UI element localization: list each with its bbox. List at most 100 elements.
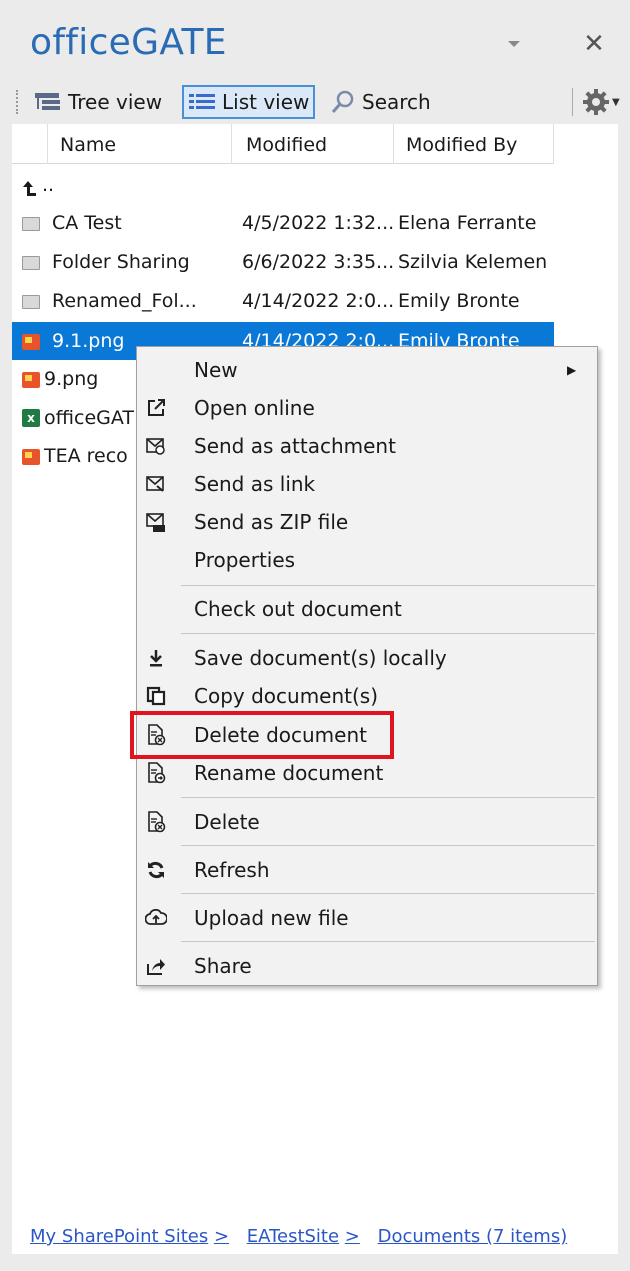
menu-item-new[interactable]: New ▶ <box>137 351 597 389</box>
search-icon <box>331 90 354 113</box>
menu-item-save-locally[interactable]: Save document(s) locally <box>137 639 597 677</box>
row-modified-by: Elena Ferrante <box>398 212 537 234</box>
menu-item-label: Properties <box>194 548 296 572</box>
up-arrow-icon <box>20 174 40 196</box>
column-header-select[interactable] <box>12 124 48 164</box>
open-external-icon <box>145 397 167 419</box>
menu-separator <box>181 633 595 634</box>
menu-item-label: Send as link <box>194 472 316 496</box>
menu-item-rename-document[interactable]: Rename document <box>137 754 597 792</box>
pane-title: officeGATE <box>30 22 227 63</box>
column-header-modified-by[interactable]: Modified By <box>394 124 554 164</box>
download-icon <box>145 647 167 669</box>
menu-item-properties[interactable]: Properties <box>137 541 597 579</box>
parent-folder-row[interactable]: .. <box>12 166 554 204</box>
toolbar-separator <box>572 88 573 116</box>
row-modified-by: Emily Bronte <box>398 290 520 312</box>
folder-icon <box>22 253 42 271</box>
folder-icon <box>22 292 42 310</box>
menu-item-send-as-link[interactable]: Send as link <box>137 465 597 503</box>
menu-item-label: Send as ZIP file <box>194 510 349 534</box>
copy-icon <box>145 685 167 707</box>
delete-icon <box>145 811 167 833</box>
menu-item-upload[interactable]: Upload new file <box>137 899 597 937</box>
list-view-button[interactable]: List view <box>182 85 316 119</box>
menu-item-check-out[interactable]: Check out document <box>137 590 597 628</box>
settings-dropdown-caret-icon: ▼ <box>612 96 620 108</box>
row-modified-by: Szilvia Kelemen <box>398 251 548 273</box>
list-view-label: List view <box>222 90 310 114</box>
menu-item-label: Open online <box>194 396 315 420</box>
menu-item-send-as-zip[interactable]: Send as ZIP file <box>137 503 597 541</box>
menu-separator <box>181 941 595 942</box>
list-header: Name Modified Modified By <box>12 124 554 164</box>
mail-attachment-icon <box>145 435 167 457</box>
menu-item-label: New <box>194 358 238 382</box>
submenu-arrow-icon: ▶ <box>567 363 577 377</box>
tree-view-label: Tree view <box>68 90 163 114</box>
rename-document-icon <box>145 762 167 784</box>
row-name: TEA reco <box>44 445 128 467</box>
menu-item-label: Check out document <box>194 597 402 621</box>
search-label: Search <box>362 90 431 114</box>
menu-separator <box>181 893 595 894</box>
menu-item-label: Save document(s) locally <box>194 646 447 670</box>
pane-title-bar: officeGATE ✕ <box>0 0 630 80</box>
row-name: Folder Sharing <box>52 251 190 273</box>
menu-item-copy[interactable]: Copy document(s) <box>137 677 597 715</box>
pane-options-chevron-icon[interactable] <box>500 30 528 58</box>
menu-item-label: Send as attachment <box>194 434 396 458</box>
menu-item-label: Upload new file <box>194 906 349 930</box>
row-modified: 4/14/2022 2:0... <box>242 290 395 312</box>
mail-zip-icon <box>145 511 167 533</box>
menu-item-label: Copy document(s) <box>194 684 379 708</box>
refresh-icon <box>145 859 167 881</box>
image-icon <box>22 447 42 465</box>
table-row[interactable]: CA Test 4/5/2022 1:32... Elena Ferrante <box>12 204 554 242</box>
settings-button[interactable]: ▼ <box>582 85 620 119</box>
breadcrumb: My SharePoint Sites > EATestSite > Docum… <box>30 1226 567 1247</box>
row-name: officeGAT <box>44 407 134 429</box>
row-name: 9.png <box>44 368 99 390</box>
menu-item-label: Refresh <box>194 858 270 882</box>
menu-item-refresh[interactable]: Refresh <box>137 851 597 889</box>
row-name: CA Test <box>52 212 122 234</box>
breadcrumb-link-site[interactable]: EATestSite <box>247 1226 339 1247</box>
list-view-icon <box>189 94 215 109</box>
menu-item-label: Rename document <box>194 761 384 785</box>
excel-icon: x <box>22 409 42 427</box>
column-header-name[interactable]: Name <box>48 124 232 164</box>
menu-item-label: Share <box>194 954 252 978</box>
tree-view-button[interactable]: Tree view <box>34 85 162 119</box>
row-modified: 4/5/2022 1:32... <box>242 212 395 234</box>
folder-icon <box>22 214 42 232</box>
menu-separator <box>181 845 595 846</box>
table-row[interactable]: Renamed_Fol... 4/14/2022 2:0... Emily Br… <box>12 282 554 320</box>
annotation-highlight-box <box>130 711 394 759</box>
breadcrumb-link-library[interactable]: Documents (7 items) <box>378 1226 568 1247</box>
breadcrumb-link-sites[interactable]: My SharePoint Sites <box>30 1226 208 1247</box>
menu-item-open-online[interactable]: Open online <box>137 389 597 427</box>
toolbar-grip[interactable] <box>16 90 18 114</box>
column-header-modified[interactable]: Modified <box>232 124 394 164</box>
share-icon <box>145 955 167 977</box>
image-icon <box>22 332 42 350</box>
table-row[interactable]: Folder Sharing 6/6/2022 3:35... Szilvia … <box>12 243 554 281</box>
menu-separator <box>181 585 595 586</box>
search-button[interactable]: Search <box>330 85 431 119</box>
mail-link-icon <box>145 473 167 495</box>
tree-view-icon <box>35 93 60 110</box>
breadcrumb-separator: > <box>344 1226 360 1247</box>
close-icon[interactable]: ✕ <box>580 30 608 58</box>
menu-item-share[interactable]: Share <box>137 947 597 985</box>
row-modified: 6/6/2022 3:35... <box>242 251 395 273</box>
upload-icon <box>145 907 167 929</box>
menu-item-delete[interactable]: Delete <box>137 803 597 841</box>
image-icon <box>22 370 42 388</box>
menu-separator <box>181 797 595 798</box>
toolbar: Tree view List view Search ▼ <box>12 82 624 122</box>
gear-icon <box>583 89 609 115</box>
parent-folder-label: .. <box>42 174 55 196</box>
menu-item-label: Delete <box>194 810 260 834</box>
menu-item-send-as-attachment[interactable]: Send as attachment <box>137 427 597 465</box>
